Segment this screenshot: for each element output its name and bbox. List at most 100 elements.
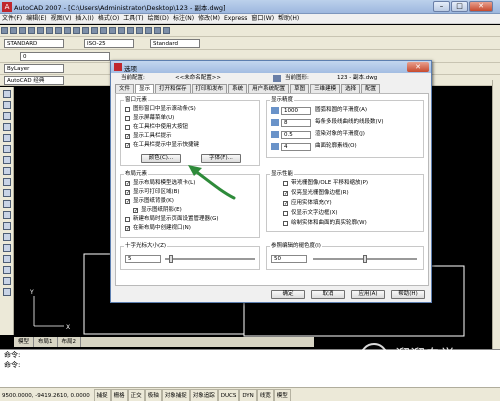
tab-user-preferences[interactable]: 用户系统配置 — [248, 84, 290, 93]
otrack-toggle[interactable]: 对象追踪 — [189, 389, 218, 401]
gradient-icon[interactable] — [2, 255, 11, 263]
screen-menu-checkbox[interactable] — [125, 116, 130, 121]
paper-shadow-checkbox[interactable]: ✓ — [133, 208, 138, 214]
ducs-toggle[interactable]: DUCS — [217, 389, 240, 401]
crosshair-size-slider[interactable] — [165, 258, 255, 260]
menu-view[interactable]: 视图(V) — [49, 14, 74, 24]
text-style-combo[interactable]: STANDARD — [4, 39, 64, 48]
menu-file[interactable]: 文件(F) — [0, 14, 24, 24]
tab-selection[interactable]: 选择 — [341, 84, 361, 93]
menu-insert[interactable]: 插入(I) — [73, 14, 95, 24]
dyn-toggle[interactable]: DYN — [239, 389, 257, 401]
tab-system[interactable]: 系统 — [228, 84, 248, 93]
scrollbars-checkbox[interactable] — [125, 107, 130, 112]
raster-frame-checkbox[interactable]: ✓ — [283, 191, 288, 197]
text-frame-checkbox[interactable] — [283, 211, 288, 216]
close-button[interactable]: ✕ — [469, 1, 493, 12]
table-style-combo[interactable]: Standard — [150, 39, 200, 48]
menu-tools[interactable]: 工具(T) — [121, 14, 145, 24]
shortcut-keys-checkbox[interactable]: ✓ — [125, 143, 130, 149]
hatch-icon[interactable] — [2, 244, 11, 252]
dialog-close-button[interactable]: ✕ — [407, 62, 429, 72]
large-buttons-checkbox[interactable] — [125, 125, 130, 130]
menu-dimension[interactable]: 标注(N) — [171, 14, 196, 24]
layout-tabs-checkbox[interactable]: ✓ — [125, 181, 130, 187]
paste-icon[interactable] — [73, 27, 80, 34]
menu-format[interactable]: 格式(O) — [96, 14, 121, 24]
copy-icon[interactable] — [64, 27, 71, 34]
publish-icon[interactable] — [46, 27, 53, 34]
tool-palette-icon[interactable] — [154, 27, 161, 34]
tab-layout1[interactable]: 布局1 — [34, 337, 58, 347]
maximize-button[interactable]: □ — [451, 1, 468, 12]
menu-express[interactable]: Express — [222, 14, 249, 24]
print-icon[interactable] — [28, 27, 35, 34]
workspace-combo[interactable]: AutoCAD 经典 — [4, 76, 64, 85]
menu-help[interactable]: 帮助(H) — [276, 14, 301, 24]
create-viewport-checkbox[interactable]: ✓ — [125, 226, 130, 232]
make-block-icon[interactable] — [2, 222, 11, 230]
zoom-icon[interactable] — [118, 27, 125, 34]
menu-modify[interactable]: 修改(M) — [196, 14, 222, 24]
mtext-icon[interactable] — [2, 288, 11, 296]
paper-background-checkbox[interactable]: ✓ — [125, 199, 130, 205]
pan-icon[interactable] — [109, 27, 116, 34]
page-setup-checkbox[interactable] — [125, 217, 130, 222]
colors-button[interactable]: 颜色(C)... — [141, 154, 181, 163]
undo-icon[interactable] — [91, 27, 98, 34]
tab-plot-publish[interactable]: 打印和发布 — [191, 84, 228, 93]
cancel-button[interactable]: 取消 — [311, 290, 345, 299]
menu-draw[interactable]: 绘图(D) — [146, 14, 171, 24]
contour-lines-input[interactable]: 4 — [281, 143, 311, 151]
solid-fill-checkbox[interactable]: ✓ — [283, 201, 288, 207]
table-icon[interactable] — [2, 277, 11, 285]
tab-open-save[interactable]: 打开和保存 — [155, 84, 191, 93]
spline-icon[interactable] — [2, 178, 11, 186]
linetype-combo[interactable]: ByLayer — [4, 64, 64, 73]
printable-area-checkbox[interactable]: ✓ — [125, 190, 130, 196]
region-icon[interactable] — [2, 266, 11, 274]
tab-drafting[interactable]: 草图 — [290, 84, 310, 93]
render-smoothness-input[interactable]: 0.5 — [281, 131, 311, 139]
apply-button[interactable]: 应用(A) — [351, 290, 385, 299]
help-button[interactable]: 帮助(H) — [391, 290, 425, 299]
preview-icon[interactable] — [37, 27, 44, 34]
zoom-window-icon[interactable] — [127, 27, 134, 34]
minimize-button[interactable]: – — [433, 1, 450, 12]
crosshair-size-input[interactable]: 5 — [125, 255, 161, 263]
properties-icon[interactable] — [136, 27, 143, 34]
ortho-toggle[interactable]: 正交 — [127, 389, 145, 401]
polar-toggle[interactable]: 极轴 — [144, 389, 162, 401]
save-icon[interactable] — [19, 27, 26, 34]
tab-files[interactable]: 文件 — [115, 84, 135, 93]
xref-fade-input[interactable]: 50 — [271, 255, 307, 263]
insert-block-icon[interactable] — [2, 211, 11, 219]
dim-style-combo[interactable]: ISO-25 — [84, 39, 134, 48]
ok-button[interactable]: 确定 — [271, 290, 305, 299]
crosshair-size-thumb[interactable] — [169, 255, 174, 263]
polygon-icon[interactable] — [2, 123, 11, 131]
polyline-icon[interactable] — [2, 112, 11, 120]
design-center-icon[interactable] — [145, 27, 152, 34]
cloud-icon[interactable] — [2, 167, 11, 175]
snap-toggle[interactable]: 捕捉 — [93, 389, 111, 401]
open-icon[interactable] — [10, 27, 17, 34]
silhouette-checkbox[interactable] — [283, 221, 288, 226]
tab-3d-modeling[interactable]: 三维建模 — [310, 84, 341, 93]
arc-icon[interactable] — [2, 145, 11, 153]
construction-line-icon[interactable] — [2, 101, 11, 109]
model-toggle[interactable]: 模型 — [273, 389, 291, 401]
tab-layout2[interactable]: 布局2 — [58, 337, 82, 347]
raster-pan-zoom-checkbox[interactable] — [283, 181, 288, 186]
help-icon[interactable] — [163, 27, 170, 34]
layer-combo[interactable]: 0 — [20, 52, 110, 61]
xref-fade-thumb[interactable] — [363, 255, 367, 263]
redo-icon[interactable] — [100, 27, 107, 34]
tab-model[interactable]: 模型 — [14, 337, 35, 347]
line-icon[interactable] — [2, 90, 11, 98]
menu-window[interactable]: 窗口(W) — [249, 14, 276, 24]
lineweight-toggle[interactable]: 线宽 — [256, 389, 274, 401]
rectangle-icon[interactable] — [2, 134, 11, 142]
menu-edit[interactable]: 编辑(E) — [24, 14, 48, 24]
polyline-segments-input[interactable]: 8 — [281, 119, 311, 127]
